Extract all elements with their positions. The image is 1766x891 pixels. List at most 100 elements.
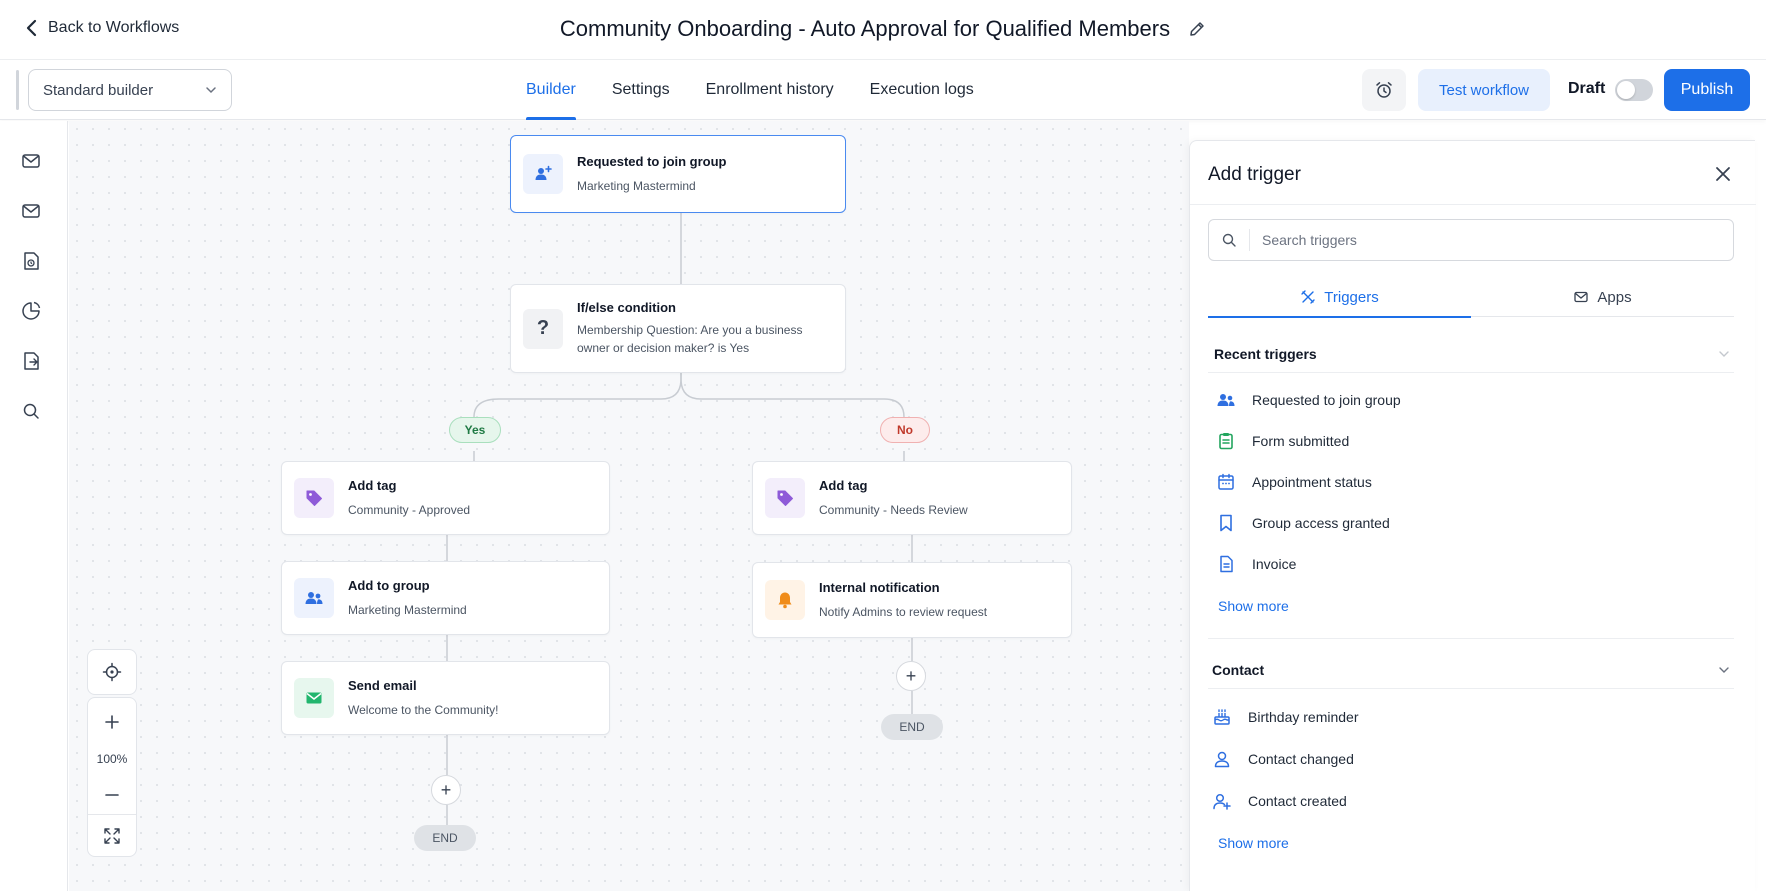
step-title: Send email xyxy=(348,677,417,693)
branch-no-label[interactable]: No xyxy=(880,417,930,443)
trigger-item-contact-created[interactable]: Contact created xyxy=(1212,787,1347,815)
internal-notification-node[interactable]: Internal notification Notify Admins to r… xyxy=(752,562,1072,638)
step-title: Add to group xyxy=(348,577,430,593)
publish-toggle[interactable] xyxy=(1615,79,1653,101)
tab-triggers[interactable]: Triggers xyxy=(1208,277,1471,318)
contact-section-header[interactable]: Contact xyxy=(1208,651,1734,689)
zoom-level: 100% xyxy=(96,752,128,766)
tools-icon xyxy=(1301,290,1315,304)
builder-mode-select[interactable]: Standard builder xyxy=(28,69,232,111)
close-icon[interactable] xyxy=(1712,163,1734,185)
trigger-item-group-access-granted[interactable]: Group access granted xyxy=(1216,509,1390,537)
publish-button[interactable]: Publish xyxy=(1664,69,1750,111)
section-title: Recent triggers xyxy=(1214,345,1317,362)
add-to-group-node[interactable]: Add to group Marketing Mastermind xyxy=(281,561,610,635)
trigger-label: Contact created xyxy=(1248,793,1347,809)
trigger-item-requested-to-join-group[interactable]: Requested to join group xyxy=(1216,386,1401,414)
section-divider xyxy=(1208,638,1734,639)
question-icon: ? xyxy=(523,308,563,349)
search-icon xyxy=(1222,233,1236,247)
trigger-label: Contact changed xyxy=(1248,751,1354,767)
send-email-node[interactable]: Send email Welcome to the Community! xyxy=(281,661,610,735)
recenter-button[interactable] xyxy=(87,649,137,695)
chevron-down-icon xyxy=(1719,350,1729,357)
status-label: Draft xyxy=(1568,80,1606,97)
tab-enrollment-history[interactable]: Enrollment history xyxy=(688,60,852,120)
branch-yes-label[interactable]: Yes xyxy=(449,417,501,443)
trigger-title: Requested to join group xyxy=(577,153,727,169)
pencil-icon[interactable] xyxy=(1188,20,1206,38)
tag-icon xyxy=(765,478,805,518)
trigger-node[interactable]: Requested to join group Marketing Master… xyxy=(510,135,846,213)
trigger-label: Appointment status xyxy=(1252,474,1372,490)
zoom-out-button[interactable] xyxy=(88,778,136,812)
mail-icon[interactable] xyxy=(20,150,42,172)
workflow-canvas[interactable]: Requested to join group Marketing Master… xyxy=(69,121,1189,891)
trigger-item-invoice[interactable]: Invoice xyxy=(1216,550,1296,578)
trigger-item-form-submitted[interactable]: Form submitted xyxy=(1216,427,1349,455)
if-else-node[interactable]: ? If/else condition Membership Question:… xyxy=(510,284,846,373)
step-subtitle: Marketing Mastermind xyxy=(348,602,467,617)
alarm-clock-icon xyxy=(1376,82,1392,98)
fit-view-button[interactable] xyxy=(88,816,136,856)
zoom-in-button[interactable] xyxy=(88,704,136,740)
tab-apps[interactable]: Apps xyxy=(1471,277,1734,317)
bookmark-icon xyxy=(1220,514,1232,532)
add-step-button[interactable]: + xyxy=(431,775,461,805)
trigger-item-contact-changed[interactable]: Contact changed xyxy=(1212,745,1354,773)
step-subtitle: Community - Needs Review xyxy=(819,502,968,517)
back-to-workflows-link[interactable]: Back to Workflows xyxy=(26,19,179,37)
show-more-contact-link[interactable]: Show more xyxy=(1218,835,1289,851)
toolbar-divider xyxy=(16,70,19,110)
zoom-controls: 100% xyxy=(87,697,137,857)
step-subtitle: Notify Admins to review request xyxy=(819,604,988,619)
mail-icon[interactable] xyxy=(20,200,42,222)
tab-settings[interactable]: Settings xyxy=(594,60,688,120)
panel-title: Add trigger xyxy=(1208,164,1301,185)
cake-icon xyxy=(1214,709,1230,725)
plus-icon xyxy=(105,715,119,729)
chevron-left-icon xyxy=(26,19,37,37)
step-title: Add tag xyxy=(819,477,868,493)
mail-icon xyxy=(1574,291,1589,303)
toolbar: Standard builder Builder Settings Enroll… xyxy=(0,60,1766,120)
tab-execution-logs[interactable]: Execution logs xyxy=(852,60,992,120)
step-subtitle: Community - Approved xyxy=(348,502,471,517)
builder-mode-value: Standard builder xyxy=(43,81,154,99)
add-tag-review-node[interactable]: Add tag Community - Needs Review xyxy=(752,461,1072,535)
trigger-label: Form submitted xyxy=(1252,433,1350,449)
file-clock-icon[interactable] xyxy=(20,250,42,272)
search-input[interactable] xyxy=(1262,232,1733,248)
schedule-button[interactable] xyxy=(1362,69,1406,111)
show-more-recent-link[interactable]: Show more xyxy=(1218,598,1289,614)
test-workflow-button[interactable]: Test workflow xyxy=(1418,69,1550,111)
tab-builder[interactable]: Builder xyxy=(508,60,594,120)
tag-icon xyxy=(294,478,334,518)
step-title: Add tag xyxy=(348,477,397,493)
add-tag-approved-node[interactable]: Add tag Community - Approved xyxy=(281,461,610,535)
trigger-search xyxy=(1208,219,1734,261)
pie-chart-icon[interactable] xyxy=(20,300,42,322)
search-icon[interactable] xyxy=(20,400,42,422)
bell-icon xyxy=(765,580,805,620)
users-icon xyxy=(1217,394,1235,406)
step-subtitle: Welcome to the Community! xyxy=(348,702,499,717)
back-label: Back to Workflows xyxy=(48,19,180,36)
user-icon xyxy=(1214,751,1230,768)
condition-title: If/else condition xyxy=(577,300,676,315)
trigger-subtitle: Marketing Mastermind xyxy=(577,178,696,193)
trigger-item-appointment-status[interactable]: Appointment status xyxy=(1216,468,1372,496)
tab-apps-label: Apps xyxy=(1597,288,1632,306)
add-trigger-panel: Add trigger Triggers Apps Recent trigger… xyxy=(1189,140,1756,891)
users-icon xyxy=(523,154,563,194)
trigger-item-birthday-reminder[interactable]: Birthday reminder xyxy=(1212,703,1359,731)
top-bar: Back to Workflows Community Onboarding -… xyxy=(0,0,1766,60)
chevron-down-icon xyxy=(1719,666,1729,673)
tab-triggers-label: Triggers xyxy=(1324,288,1379,306)
expand-icon xyxy=(104,828,120,844)
calendar-icon xyxy=(1218,473,1234,490)
trigger-label: Group access granted xyxy=(1252,515,1390,531)
file-export-icon[interactable] xyxy=(20,350,42,372)
recent-triggers-header[interactable]: Recent triggers xyxy=(1208,335,1734,373)
add-step-button[interactable]: + xyxy=(896,661,926,691)
